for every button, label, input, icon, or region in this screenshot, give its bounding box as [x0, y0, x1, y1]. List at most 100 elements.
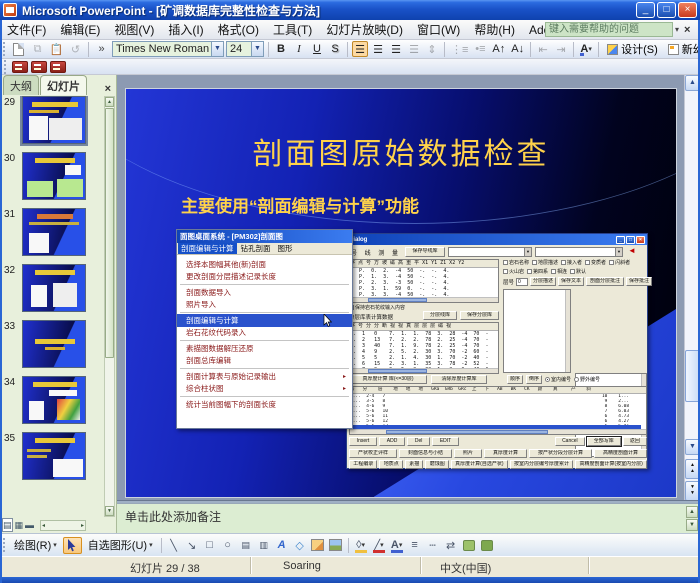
checkbox[interactable]: 相连 — [551, 268, 567, 275]
slideshow-view-button[interactable]: ▬ — [25, 519, 34, 531]
save-note-button[interactable]: 保存批注 — [626, 277, 652, 286]
dropdown-menu-item[interactable]: 剖面总库编辑 — [177, 355, 352, 368]
text-shadow-button[interactable]: S — [327, 41, 343, 57]
layer-data-table[interactable]: 号 分 层 地 地 地 GRa GRb GRc 上 下 AB BK CK 颜 真… — [349, 386, 647, 435]
slide-canvas[interactable]: 剖面图原始数据检查 主要使用“剖面编辑与计算”功能 面图桌面系统 - [PM30… — [125, 88, 677, 498]
text-box-icon[interactable]: ▤ — [238, 537, 254, 553]
slide-thumbnail[interactable]: 31 — [2, 208, 102, 256]
toolbar-grip[interactable] — [3, 42, 7, 56]
save-layer-button[interactable]: 保存分层库 — [460, 311, 499, 320]
dropdown-menu-item[interactable]: 选择本图幅其他(新)剖面 — [177, 258, 352, 271]
clear-thickness-button[interactable]: 清除厚度计算库 — [431, 375, 487, 384]
draw-menu-button[interactable]: 绘图(R)▾ — [10, 536, 61, 554]
decrease-indent-button[interactable]: ⇤ — [535, 41, 551, 57]
survey-table[interactable]: 序 点 号 方 坡 磁 高 重 平 X1 Y1 Z1 X2 Y2 0 P. 0.… — [349, 259, 499, 303]
checkbox[interactable]: 闪斜者 — [609, 259, 630, 266]
diagram-icon[interactable]: ◇ — [292, 537, 308, 553]
dropdown-menu-item[interactable]: 岩石花纹代码录入 — [177, 327, 352, 340]
dropdown-menu-item[interactable]: 剖面计算表与原始记录输出 ▸ — [177, 370, 352, 383]
slide-thumbnail-image[interactable] — [22, 152, 86, 200]
fill-color-icon[interactable]: ◊▾ — [353, 537, 369, 553]
slide-thumbnail[interactable]: 35 — [2, 432, 102, 480]
write-all-button[interactable]: 全部写库 — [587, 437, 621, 446]
order-asc-button[interactable]: 顺序 — [507, 375, 523, 384]
clipart-icon[interactable] — [310, 537, 326, 553]
pane-horizontal-scrollbar[interactable]: ◂▸ — [40, 520, 86, 531]
toolbar-grip[interactable] — [4, 60, 8, 74]
section-note-button[interactable]: 剖面分层批注 — [586, 277, 624, 286]
slide-thumbnail-image[interactable] — [22, 264, 86, 312]
checkbox-box[interactable] — [585, 260, 590, 265]
return-button[interactable]: 返回 — [623, 437, 647, 446]
checkbox-box[interactable] — [532, 260, 537, 265]
function-button[interactable]: 地质点 — [379, 460, 402, 469]
save-survey-button[interactable]: 保存导线库 — [405, 247, 445, 257]
edit-button[interactable]: Del — [407, 437, 430, 446]
toolbar-options-chevron-icon[interactable]: » — [93, 41, 110, 57]
keep-pattern-checkbox[interactable]: ✓ 保持岩石花纹输入内容 — [349, 304, 405, 311]
menu-item[interactable]: 幻灯片放映(D) — [319, 19, 410, 40]
oval-icon[interactable]: ○ — [220, 537, 236, 553]
pane-close-icon[interactable]: × — [101, 83, 115, 95]
tab-outline[interactable]: 大纲 — [3, 75, 39, 95]
function-button[interactable]: 照片 — [454, 449, 482, 458]
menu-item[interactable]: 窗口(W) — [410, 19, 467, 40]
maximize-button[interactable]: □ — [657, 2, 676, 18]
slide-thumbnail-image[interactable] — [22, 208, 86, 256]
tab-slides[interactable]: 幻灯片 — [40, 75, 87, 95]
increase-indent-button[interactable]: ⇥ — [553, 41, 569, 57]
layer-no-field[interactable]: 0 — [516, 278, 528, 286]
align-left-button[interactable]: ☰ — [352, 41, 368, 57]
slide-thumbnail[interactable]: 33 — [2, 320, 102, 368]
scroll-down-icon[interactable]: ▼ — [105, 506, 114, 516]
new-document-icon[interactable] — [10, 41, 27, 57]
function-button[interactable]: 高精度剖面计算 — [594, 449, 647, 458]
slide-title[interactable]: 剖面图原始数据检查 — [126, 129, 676, 173]
bullets-button[interactable]: •≡ — [472, 41, 488, 57]
paste-icon[interactable]: 📋 — [48, 41, 65, 57]
dropdown-menu-item[interactable]: 综合柱状图 ▸ — [177, 383, 352, 396]
design-button[interactable]: 设计(S) — [603, 41, 662, 57]
order-desc-button[interactable]: 倒序 — [526, 375, 542, 384]
dialog-minimize-icon[interactable]: _ — [616, 236, 625, 244]
line-spacing-button[interactable]: ⇕ — [424, 41, 440, 57]
arrow-style-icon[interactable]: ⇄ — [443, 537, 459, 553]
numbering-button[interactable]: ⋮≡ — [449, 41, 470, 57]
embedded-menu-item[interactable]: 图形 — [275, 243, 296, 254]
font-size-combo[interactable]: 24 ▼ — [226, 41, 264, 57]
menu-item[interactable]: 视图(V) — [107, 19, 161, 40]
align-right-button[interactable]: ☰ — [388, 41, 404, 57]
notes-pane[interactable]: 单击此处添加备注 ▲ ▼ — [117, 503, 700, 533]
layer-lib-button[interactable]: 分层线库 — [423, 311, 457, 320]
decrease-font-button[interactable]: A↓ — [509, 41, 526, 57]
checkbox[interactable]: 第四系 — [527, 268, 548, 275]
slide-thumbnail[interactable]: 29 — [2, 96, 102, 144]
copy-icon[interactable]: ⧉ — [29, 41, 46, 57]
font-size-dropdown-icon[interactable]: ▼ — [251, 42, 263, 56]
insert-picture-icon[interactable] — [328, 537, 344, 553]
slide-subtitle[interactable]: 主要使用“剖面编辑与计算”功能 — [181, 192, 419, 217]
slide-thumbnail-image[interactable] — [22, 432, 86, 480]
undo-icon[interactable]: ↺ — [67, 41, 84, 57]
checkbox[interactable]: 默认 — [570, 268, 586, 275]
dropdown-menu-item[interactable]: 素描图数据解压还原 — [177, 342, 352, 355]
function-button[interactable]: 真厚度计算(自选产状) — [451, 460, 508, 469]
layer-desc-listbox[interactable] — [503, 289, 571, 373]
table-hscrollbar[interactable] — [350, 368, 498, 373]
close-button[interactable]: × — [678, 2, 697, 18]
checkbox-box[interactable] — [551, 269, 556, 274]
arrow-icon[interactable]: ↘ — [184, 537, 200, 553]
edit-button[interactable]: EDIT — [432, 437, 459, 446]
slide-thumbnail[interactable]: 30 — [2, 152, 102, 200]
menu-item[interactable]: 格式(O) — [211, 19, 266, 40]
table-hscrollbar[interactable] — [350, 429, 646, 434]
slide-thumbnail[interactable]: 32 — [2, 264, 102, 312]
convert-to-pdf-email-icon[interactable] — [31, 61, 47, 73]
slide-sorter-view-button[interactable]: ▦ — [15, 519, 24, 531]
field-number-radio[interactable]: 野外编号 — [574, 376, 600, 383]
notes-scroll-up-icon[interactable]: ▲ — [686, 506, 698, 518]
rectangle-icon[interactable]: □ — [202, 537, 218, 553]
function-button[interactable]: 工程编录 — [349, 460, 377, 469]
line-style-icon[interactable]: ≡ — [407, 537, 423, 553]
menu-item[interactable]: 文件(F) — [0, 19, 53, 40]
